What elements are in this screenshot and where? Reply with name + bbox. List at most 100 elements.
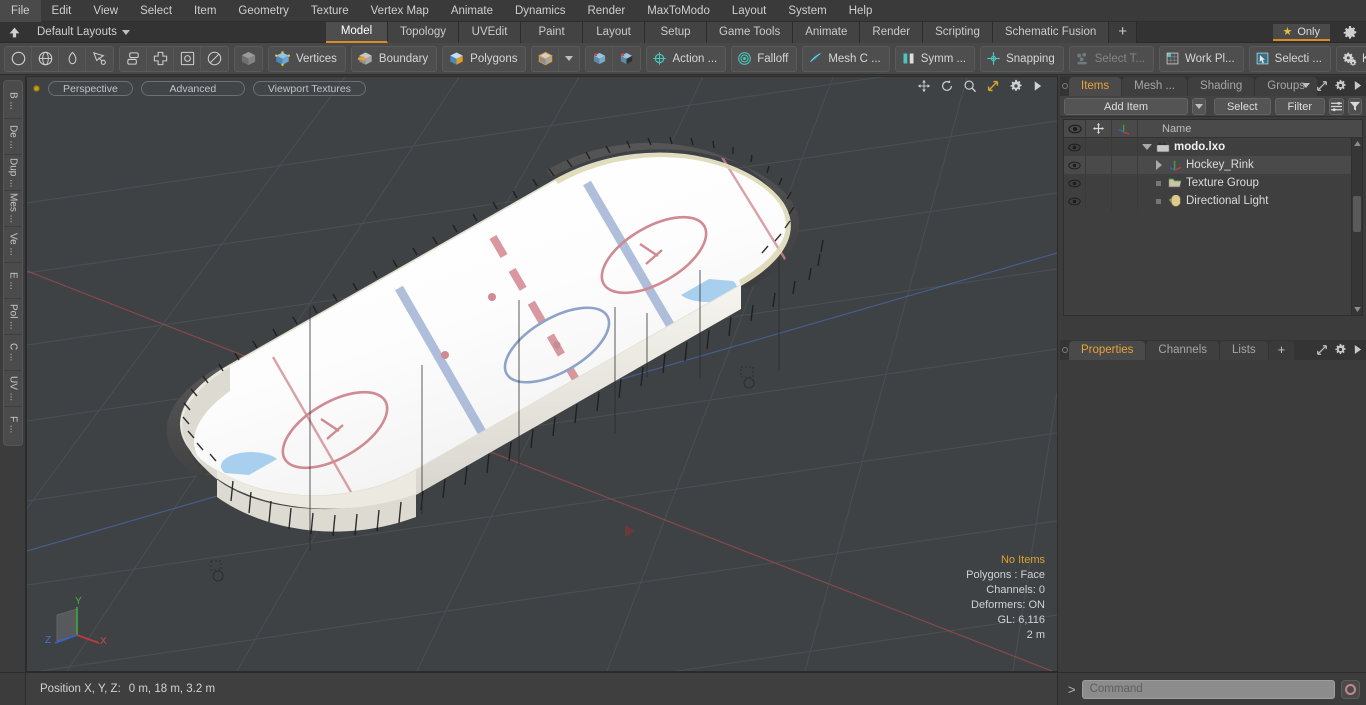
row-visibility-toggle[interactable] (1064, 156, 1086, 174)
record-icon[interactable] (1341, 679, 1360, 699)
viewport-menu-icon[interactable] (1032, 80, 1043, 92)
table-row[interactable]: Texture Group (1064, 174, 1362, 192)
action-center-button[interactable]: Action ... (646, 45, 727, 72)
circle-in-square-icon[interactable] (201, 47, 228, 71)
falloff-button[interactable]: Falloff (731, 45, 798, 72)
circle-icon[interactable] (5, 46, 32, 71)
select-button[interactable]: Select (1213, 97, 1271, 115)
panel-gear-icon[interactable] (1334, 79, 1347, 92)
pick-cube-alt-icon[interactable] (613, 47, 640, 71)
pan-icon[interactable] (917, 79, 931, 93)
list-options-icon[interactable] (1329, 97, 1344, 115)
table-row[interactable]: Hockey_Rink (1064, 156, 1362, 174)
snapping-button[interactable]: Snapping (980, 45, 1064, 72)
row-visibility-toggle[interactable] (1064, 174, 1086, 192)
menu-item-help[interactable]: Help (838, 0, 884, 22)
item-mode-chevron-icon[interactable] (559, 47, 579, 71)
layout-gear-icon[interactable] (1342, 25, 1358, 41)
polygon-pen-icon[interactable] (86, 47, 113, 71)
tab-mesh-ops[interactable]: Mesh ... (1122, 77, 1188, 96)
stack-icon[interactable] (120, 46, 147, 71)
menu-item-edit[interactable]: Edit (41, 0, 83, 22)
add-tab-button[interactable]: + (1109, 22, 1138, 43)
tree-item-hockey-rink[interactable]: Hockey_Rink (1138, 159, 1362, 172)
selection-sets-button[interactable]: Selecti ... (1248, 45, 1331, 72)
properties-maximize-icon[interactable] (1316, 344, 1328, 356)
tab-lists[interactable]: Lists (1220, 341, 1268, 360)
row-axis-cell[interactable] (1112, 138, 1138, 156)
properties-menu-dot-icon[interactable] (1060, 340, 1069, 360)
panel-menu-arrow-icon[interactable] (1353, 80, 1362, 91)
items-tree-scrollbar[interactable] (1351, 138, 1362, 315)
tab-animate[interactable]: Animate (793, 22, 861, 43)
tree-item-directional-light[interactable]: Directional Light (1138, 195, 1362, 207)
left-tab-edge[interactable]: E ... (4, 263, 22, 299)
properties-gear-icon[interactable] (1334, 343, 1347, 356)
menu-item-system[interactable]: System (777, 0, 837, 22)
tab-schematic-fusion[interactable]: Schematic Fusion (992, 22, 1110, 43)
tab-layout[interactable]: Layout (583, 22, 646, 43)
vertices-mode-button[interactable]: Vertices (268, 45, 346, 72)
panel-overflow-chevron-icon[interactable] (1302, 83, 1310, 88)
select-through-button[interactable]: Select T... (1068, 45, 1155, 72)
zoom-icon[interactable] (963, 79, 977, 93)
tab-properties[interactable]: Properties (1069, 341, 1146, 360)
viewport-gear-icon[interactable] (1009, 79, 1023, 93)
row-axis-cell[interactable] (1112, 192, 1138, 210)
work-plane-button[interactable]: Work Pl... (1159, 45, 1244, 72)
cross-array-icon[interactable] (147, 46, 174, 71)
command-input[interactable] (1081, 679, 1335, 699)
left-tab-deform[interactable]: De ... (4, 119, 22, 155)
row-axis-cell[interactable] (1112, 174, 1138, 192)
tab-game-tools[interactable]: Game Tools (707, 22, 794, 43)
left-tab-uv[interactable]: UV ... (4, 371, 22, 407)
panel-menu-dot-icon[interactable] (1060, 76, 1069, 96)
expander-down-icon[interactable] (1142, 144, 1152, 150)
viewport-textures-selector[interactable]: Viewport Textures (252, 80, 366, 96)
menu-item-file[interactable]: File (0, 0, 41, 22)
menu-item-item[interactable]: Item (183, 0, 227, 22)
grey-cube-icon[interactable] (235, 47, 262, 71)
row-transform-cell[interactable] (1086, 138, 1112, 156)
menu-item-geometry[interactable]: Geometry (227, 0, 300, 22)
left-tab-vertex[interactable]: Ve ... (4, 227, 22, 263)
table-row[interactable]: modo.lxo (1064, 138, 1362, 156)
left-tab-basic[interactable]: B ... (4, 83, 22, 119)
tab-model[interactable]: Model (326, 22, 388, 43)
add-item-chevron-icon[interactable] (1192, 97, 1206, 115)
fit-icon[interactable] (986, 79, 1000, 93)
left-tab-polygon[interactable]: Pol ... (4, 299, 22, 335)
tab-paint[interactable]: Paint (521, 22, 584, 43)
tree-item-texture-group[interactable]: Texture Group (1138, 177, 1362, 189)
properties-menu-arrow-icon[interactable] (1353, 344, 1362, 355)
globe-icon[interactable] (32, 46, 59, 71)
row-transform-cell[interactable] (1086, 192, 1112, 210)
menu-item-vertex-map[interactable]: Vertex Map (360, 0, 440, 22)
menu-item-view[interactable]: View (82, 0, 129, 22)
symmetry-button[interactable]: Symm ... (894, 45, 976, 72)
default-layouts-menu[interactable]: Default Layouts (31, 23, 136, 42)
menu-item-render[interactable]: Render (576, 0, 636, 22)
rotate-icon[interactable] (940, 79, 954, 93)
home-layout-icon[interactable] (3, 23, 25, 42)
menu-item-dynamics[interactable]: Dynamics (504, 0, 576, 22)
funnel-icon[interactable] (1348, 97, 1362, 115)
table-row[interactable]: Directional Light (1064, 192, 1362, 210)
boundary-mode-button[interactable]: Boundary (350, 45, 438, 72)
row-transform-cell[interactable] (1086, 156, 1112, 174)
tab-channels[interactable]: Channels (1146, 341, 1220, 360)
kits-button[interactable]: Kits (1335, 45, 1366, 72)
left-tab-duplicate[interactable]: Dup ... (4, 155, 22, 191)
only-toggle-button[interactable]: ★ Only (1272, 24, 1330, 41)
left-tab-mesh[interactable]: Mes ... (4, 191, 22, 227)
polygons-mode-button[interactable]: Polygons (442, 45, 527, 72)
left-tab-curve[interactable]: C ... (4, 335, 22, 371)
viewport-3d-canvas[interactable] (27, 77, 1057, 671)
pen-icon[interactable] (59, 46, 86, 71)
mesh-constraint-button[interactable]: Mesh C ... (802, 45, 890, 72)
row-visibility-toggle[interactable] (1064, 192, 1086, 210)
add-item-button[interactable]: Add Item (1064, 97, 1188, 115)
filter-button[interactable]: Filter (1274, 97, 1325, 115)
tab-shading[interactable]: Shading (1188, 77, 1255, 96)
tab-render[interactable]: Render (860, 22, 924, 43)
